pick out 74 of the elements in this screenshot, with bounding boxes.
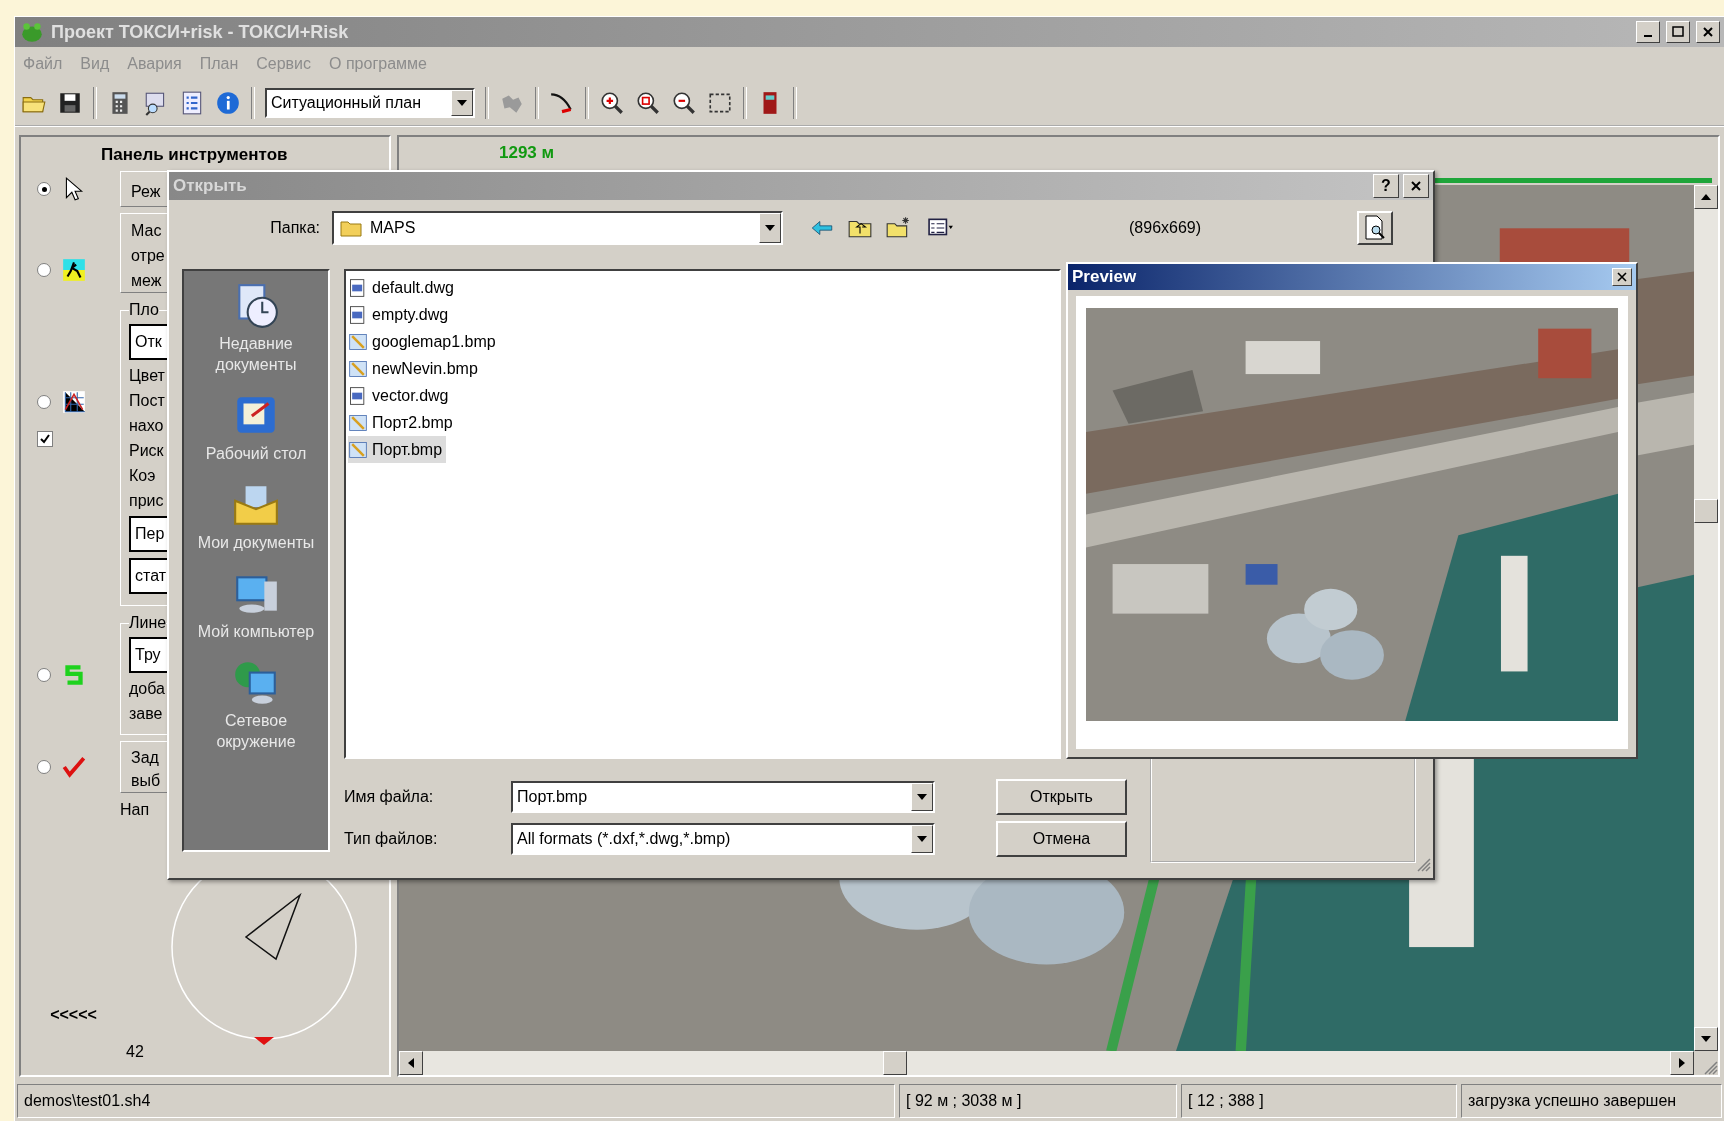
scroll-thumb[interactable] (883, 1051, 907, 1075)
paint-file-icon (348, 412, 368, 433)
radio-button[interactable] (37, 760, 51, 774)
paint-file-icon (348, 358, 368, 379)
panel-text: Зад (131, 747, 160, 768)
chart-icon (61, 389, 87, 415)
scroll-down-button[interactable] (1694, 1027, 1718, 1051)
minimize-icon (1644, 35, 1652, 37)
text-field[interactable]: Отк (129, 324, 168, 360)
arrow-icon (1701, 1036, 1711, 1042)
status-cell: [ 12 ; 388 ] (1181, 1084, 1457, 1118)
group-title: Пло (129, 301, 159, 319)
maximize-icon (1672, 26, 1684, 38)
folder-label: Папка: (269, 219, 321, 237)
folder-icon (338, 218, 364, 238)
zoom-in-icon[interactable] (599, 90, 625, 116)
text-field[interactable]: Тру (129, 637, 168, 673)
checkmark-icon (61, 754, 87, 780)
checkbox[interactable] (37, 431, 53, 447)
direction-label: Нап (120, 801, 150, 818)
arrow-icon (1679, 1058, 1685, 1068)
wind-value: 42 (126, 1041, 145, 1062)
text-field[interactable]: Пер (129, 516, 168, 552)
zoom-out-icon[interactable] (671, 90, 697, 116)
scale-label: 1293 м (499, 143, 555, 163)
panel-text: прис (129, 491, 165, 511)
view-select[interactable]: Ситуационный план (265, 88, 475, 118)
arrow-icon (408, 1058, 414, 1068)
panel-text: нахо (129, 416, 165, 436)
status-cell: загрузка успешно завершен (1461, 1084, 1722, 1118)
panel-text: Коэ (129, 466, 157, 486)
info-icon[interactable] (215, 90, 241, 116)
close-icon (1702, 26, 1714, 38)
places-item[interactable]: Недавние документы (191, 277, 321, 379)
scroll-thumb[interactable] (1694, 499, 1718, 523)
panel-text: доба (129, 679, 166, 699)
button-label: Реж (131, 181, 162, 202)
radio-button[interactable] (37, 182, 51, 196)
dialog-title: Открыть (173, 176, 248, 196)
panel-title: Панель инструментов (101, 145, 289, 165)
scroll-left-button[interactable] (399, 1051, 423, 1075)
status-cell: [ 92 м ; 3038 м ] (899, 1084, 1177, 1118)
places-item[interactable]: Сетевое окружение (191, 654, 321, 756)
panel-text: выб (131, 770, 162, 791)
radio-button[interactable] (37, 263, 51, 277)
resize-grip-icon[interactable] (1704, 1061, 1718, 1075)
arrow-icon (1701, 194, 1711, 200)
maximize-button[interactable] (1666, 21, 1690, 43)
wind-arrows: <<<<< (50, 1005, 97, 1025)
panel-text: отре (131, 246, 166, 266)
zoom-extent-icon[interactable] (635, 90, 661, 116)
minimize-button[interactable] (1636, 21, 1660, 43)
panel-text: заве (129, 704, 164, 724)
window-title: Проект ТОКСИ+risk - ТОКСИ+Risk (51, 21, 350, 43)
places-item[interactable]: Рабочий стол (191, 387, 321, 468)
walking-person-icon (61, 257, 87, 283)
panel-text: Риск (129, 441, 165, 461)
panel-text: Цвет (129, 366, 166, 386)
radio-button[interactable] (37, 667, 51, 682)
text-field[interactable]: стат (129, 558, 168, 594)
paint-file-icon (348, 331, 368, 352)
panel-text: Мас (131, 221, 163, 241)
paint-file-icon (348, 439, 368, 460)
places-item[interactable]: Мой компьютер (191, 565, 321, 646)
panel-text: меж (131, 271, 163, 291)
panel-text: Пост (129, 391, 166, 411)
close-button[interactable] (1696, 21, 1720, 43)
scroll-up-button[interactable] (1694, 185, 1718, 209)
status-cell: demos\test01.sh4 (17, 1084, 895, 1118)
group-title: Лине (129, 614, 167, 632)
places-item[interactable]: Мои документы (191, 476, 321, 557)
scroll-right-button[interactable] (1670, 1051, 1694, 1075)
radio-button[interactable] (37, 395, 51, 409)
caret-icon (457, 100, 467, 106)
